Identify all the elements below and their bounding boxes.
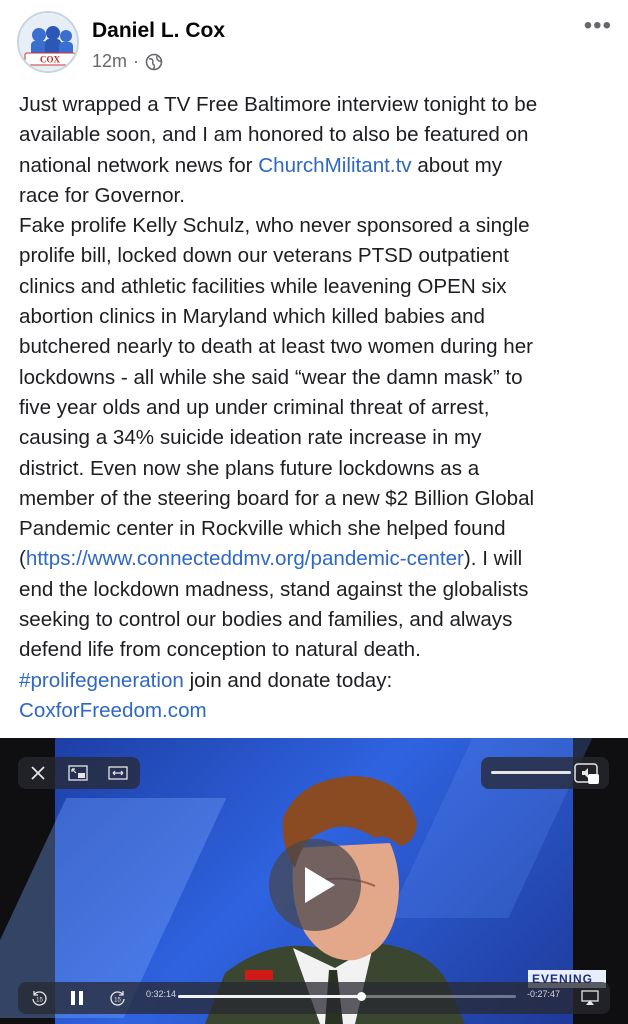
more-options-icon[interactable]: ••• <box>584 12 612 40</box>
close-icon[interactable] <box>30 765 46 781</box>
post-text-segment: about my <box>411 153 503 177</box>
post-text-line: (https://www.connecteddmv.org/pandemic-c… <box>19 544 615 574</box>
post-text-line: defend life from conception to natural d… <box>19 635 615 665</box>
hashtag-link[interactable]: #prolifegeneration <box>19 669 184 692</box>
volume-slider[interactable] <box>491 771 571 774</box>
post-text-segment: available soon, and I am honored to also… <box>19 123 529 147</box>
post-text-segment: member of the steering board for a new $… <box>19 486 535 510</box>
volume-icon[interactable] <box>574 762 600 784</box>
post-time[interactable]: 12m <box>92 51 127 72</box>
post-text-line: CoxforFreedom.com <box>19 696 615 726</box>
post-text-line: national network news for ChurchMilitant… <box>19 151 615 181</box>
post-body: Just wrapped a TV Free Baltimore intervi… <box>19 90 615 726</box>
post-text-line: end the lockdown madness, stand against … <box>19 575 615 605</box>
post-link[interactable]: CoxforFreedom.com <box>19 699 207 722</box>
avatar-image: COX <box>19 13 77 71</box>
post-text-line: prolife bill, locked down our veterans P… <box>19 241 615 271</box>
post-text-line: member of the steering board for a new $… <box>19 484 615 514</box>
post-text-segment: end the lockdown madness, stand against … <box>19 577 529 601</box>
post-text-line: Pandemic center in Rockville which she h… <box>19 514 615 544</box>
pause-icon[interactable] <box>69 989 85 1007</box>
post-text-line: lockdowns - all while she said “wear the… <box>19 363 615 393</box>
post-text-line: five year olds and up under criminal thr… <box>19 393 615 423</box>
post-text-line: #prolifegeneration join and donate today… <box>19 666 615 696</box>
post-text-segment: Pandemic center in Rockville which she h… <box>19 517 506 541</box>
post-text-segment: abortion clinics in Maryland which kille… <box>19 305 485 329</box>
post-text-line: Fake prolife Kelly Schulz, who never spo… <box>19 211 615 241</box>
post-text-segment: prolife bill, locked down our veterans P… <box>19 244 509 268</box>
author-name[interactable]: Daniel L. Cox <box>92 19 225 43</box>
post-text-segment: national network news for <box>19 153 259 177</box>
post-text-line: district. Even now she plans future lock… <box>19 454 615 484</box>
post-text-segment: Fake prolife Kelly Schulz, who never spo… <box>19 214 530 238</box>
news-red-bar <box>245 970 273 980</box>
post-text-line: causing a 34% suicide ideation rate incr… <box>19 423 615 453</box>
post-text-segment: ( <box>19 547 26 571</box>
play-icon <box>305 867 335 903</box>
post-text-segment: join and donate today: <box>183 668 393 692</box>
video-player[interactable]: EVENING 15 15 0:32:14 -0:27:47 <box>0 738 628 1024</box>
post-text-line: abortion clinics in Maryland which kille… <box>19 302 615 332</box>
post-text-line: race for Governor. <box>19 181 615 211</box>
resize-icon[interactable] <box>108 765 128 781</box>
post-text-segment: five year olds and up under criminal thr… <box>19 395 490 419</box>
elapsed-time: 0:32:14 <box>146 989 177 999</box>
remaining-time: -0:27:47 <box>527 989 561 999</box>
post-text-line: Just wrapped a TV Free Baltimore intervi… <box>19 90 615 120</box>
skip-back-15-icon[interactable]: 15 <box>30 989 48 1007</box>
post-text-segment: ). I will <box>463 547 523 571</box>
bottom-control-bar <box>18 982 610 1014</box>
post-text-segment: district. Even now she plans future lock… <box>19 456 480 480</box>
post-text-line: clinics and athletic facilities while le… <box>19 272 615 302</box>
post-text-line: seeking to control our bodies and famili… <box>19 605 615 635</box>
post-text-segment: defend life from conception to natural d… <box>19 638 421 662</box>
scrubber-progress <box>178 995 361 998</box>
scrubber[interactable] <box>178 992 516 1001</box>
post-link[interactable]: https://www.connecteddmv.org/pandemic-ce… <box>26 547 464 570</box>
globe-icon <box>145 53 163 70</box>
scrubber-handle[interactable] <box>356 992 366 1001</box>
meta-separator: · <box>133 51 140 71</box>
skip-forward-15-icon[interactable]: 15 <box>109 989 127 1007</box>
skip-forward-label: 15 <box>114 998 121 1004</box>
post-text-segment: seeking to control our bodies and famili… <box>19 608 513 632</box>
post-link[interactable]: ChurchMilitant.tv <box>258 154 411 177</box>
post-header: COX Daniel L. Cox 12m · ••• <box>0 0 628 86</box>
avatar-label: COX <box>40 55 61 65</box>
picture-in-picture-icon[interactable] <box>68 765 88 781</box>
skip-back-label: 15 <box>36 998 43 1004</box>
volume-control[interactable] <box>481 757 609 789</box>
post-text-segment: causing a 34% suicide ideation rate incr… <box>19 426 482 450</box>
top-controls-left <box>18 757 140 789</box>
post-text-line: available soon, and I am honored to also… <box>19 120 615 150</box>
post-text-line: butchered nearly to death at least two w… <box>19 332 615 362</box>
play-button[interactable] <box>269 839 361 931</box>
post-text-segment: race for Governor. <box>19 183 185 207</box>
post-text-segment: clinics and athletic facilities while le… <box>19 274 507 298</box>
post-text-segment: butchered nearly to death at least two w… <box>19 335 534 359</box>
post-text-segment: lockdowns - all while she said “wear the… <box>19 365 523 389</box>
post-meta: 12m · <box>92 51 163 72</box>
avatar[interactable]: COX <box>17 11 79 73</box>
airplay-icon[interactable] <box>581 990 599 1006</box>
post-text-segment: Just wrapped a TV Free Baltimore intervi… <box>19 93 538 116</box>
